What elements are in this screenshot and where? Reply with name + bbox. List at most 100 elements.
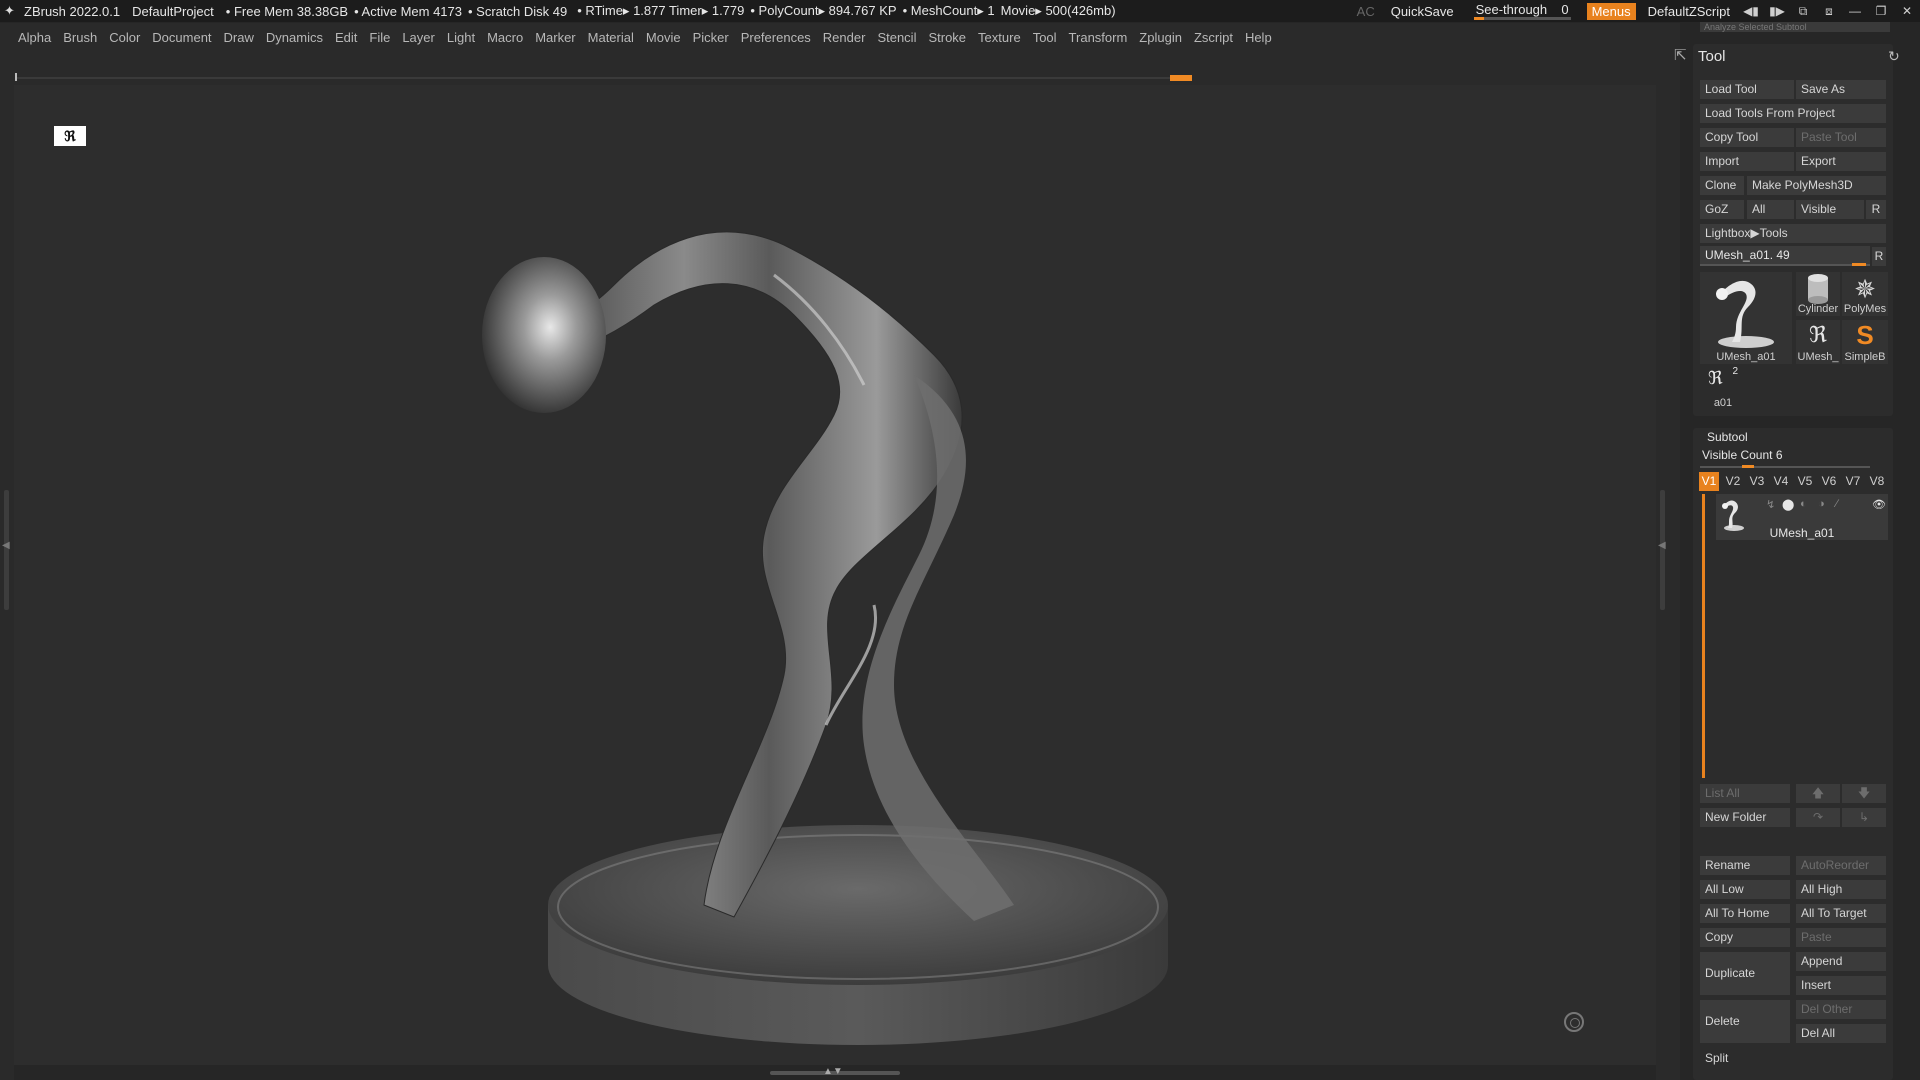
subtool-scrollbar[interactable] [1702, 494, 1705, 778]
duplicate-button[interactable]: Duplicate [1700, 952, 1790, 995]
menu-tool[interactable]: Tool [1033, 30, 1057, 45]
lightbox-tools-button[interactable]: Lightbox▶Tools [1700, 224, 1886, 243]
document-preview-icon[interactable]: ℜ [54, 126, 86, 146]
all-to-home-button[interactable]: All To Home [1700, 904, 1790, 923]
subtool-eye-icon[interactable]: 👁 [1872, 498, 1886, 511]
subtool-lock-icon[interactable]: ∕ [1836, 498, 1838, 510]
menu-layer[interactable]: Layer [402, 30, 435, 45]
subtool-polypaint-icon[interactable]: ⬤ [1782, 498, 1794, 511]
paste-button[interactable]: Paste [1796, 928, 1886, 947]
tool-thumb-a01[interactable]: ℜ 2 a01 [1708, 366, 1738, 410]
tab-v6[interactable]: V6 [1819, 472, 1839, 491]
navigation-gizmo-icon[interactable] [1564, 1012, 1584, 1032]
ac-toggle[interactable]: AC [1357, 4, 1375, 19]
tool-thumb-simpleb[interactable]: S SimpleB [1842, 320, 1888, 364]
menus-button[interactable]: Menus [1586, 2, 1636, 20]
menu-preferences[interactable]: Preferences [741, 30, 811, 45]
del-all-button[interactable]: Del All [1796, 1024, 1886, 1043]
bottom-tray-arrow-icon[interactable]: ▲▼ [823, 1066, 843, 1077]
menu-picker[interactable]: Picker [693, 30, 729, 45]
tab-v8[interactable]: V8 [1867, 472, 1887, 491]
tool-thumb-main[interactable]: UMesh_a01 [1700, 272, 1792, 364]
tab-v2[interactable]: V2 [1723, 472, 1743, 491]
layout-left-icon[interactable]: ◀▮ [1738, 4, 1764, 18]
tab-v3[interactable]: V3 [1747, 472, 1767, 491]
menu-stroke[interactable]: Stroke [928, 30, 966, 45]
left-tray-arrow-icon[interactable]: ◀ [2, 540, 10, 551]
list-all-button[interactable]: List All [1700, 784, 1790, 803]
docking-icon[interactable]: ⧉ [1790, 4, 1816, 19]
export-button[interactable]: Export [1796, 152, 1886, 171]
current-tool-r-button[interactable]: R [1872, 247, 1886, 266]
palette-scroll-header[interactable]: Analyze Selected Subtool [1700, 22, 1890, 32]
save-as-button[interactable]: Save As [1796, 80, 1886, 99]
menu-document[interactable]: Document [152, 30, 211, 45]
menu-edit[interactable]: Edit [335, 30, 357, 45]
menu-color[interactable]: Color [109, 30, 140, 45]
insert-button[interactable]: Insert [1796, 976, 1886, 995]
default-zscript[interactable]: DefaultZScript [1648, 4, 1730, 19]
clone-button[interactable]: Clone [1700, 176, 1744, 195]
menu-marker[interactable]: Marker [535, 30, 575, 45]
tool-thumb-umesh-small[interactable]: ℜ UMesh_ [1796, 320, 1840, 364]
menu-movie[interactable]: Movie [646, 30, 681, 45]
goz-visible-button[interactable]: Visible [1796, 200, 1864, 219]
subtool-material-icon[interactable]: ◐ [1800, 498, 1807, 510]
tab-v5[interactable]: V5 [1795, 472, 1815, 491]
del-other-button[interactable]: Del Other [1796, 1000, 1886, 1019]
minimize-icon[interactable]: — [1842, 4, 1868, 18]
paste-tool-button[interactable]: Paste Tool [1796, 128, 1886, 147]
tab-v7[interactable]: V7 [1843, 472, 1863, 491]
goz-r-button[interactable]: R [1866, 200, 1886, 219]
pin-icon[interactable]: ⇱ [1674, 46, 1687, 64]
rename-button[interactable]: Rename [1700, 856, 1790, 875]
load-tool-button[interactable]: Load Tool [1700, 80, 1794, 99]
menu-brush[interactable]: Brush [63, 30, 97, 45]
delete-button[interactable]: Delete [1700, 1000, 1790, 1043]
split-section-title[interactable]: Split [1700, 1049, 1886, 1068]
tool-thumb-cylinder[interactable]: Cylinder [1796, 272, 1840, 316]
current-tool-slider[interactable]: UMesh_a01. 49 [1700, 246, 1870, 266]
tab-v4[interactable]: V4 [1771, 472, 1791, 491]
menu-alpha[interactable]: Alpha [18, 30, 51, 45]
timeline-track[interactable] [16, 77, 1190, 79]
menu-render[interactable]: Render [823, 30, 866, 45]
layout-right-icon[interactable]: ▮▶ [1764, 4, 1790, 18]
menu-dynamics[interactable]: Dynamics [266, 30, 323, 45]
subtool-title[interactable]: Subtool [1707, 430, 1748, 444]
copy-tool-button[interactable]: Copy Tool [1700, 128, 1794, 147]
tab-v1[interactable]: V1 [1699, 472, 1719, 491]
all-high-button[interactable]: All High [1796, 880, 1886, 899]
all-to-target-button[interactable]: All To Target [1796, 904, 1886, 923]
append-button[interactable]: Append [1796, 952, 1886, 971]
menu-file[interactable]: File [369, 30, 390, 45]
restore-icon[interactable]: ❐ [1868, 4, 1894, 18]
folder-up-icon[interactable]: ↷ [1796, 808, 1840, 827]
menu-zplugin[interactable]: Zplugin [1139, 30, 1182, 45]
menu-macro[interactable]: Macro [487, 30, 523, 45]
move-down-icon[interactable]: 🡇 [1842, 784, 1886, 803]
visible-count-slider[interactable]: Visible Count 6 [1700, 448, 1870, 468]
menu-help[interactable]: Help [1245, 30, 1272, 45]
menu-stencil[interactable]: Stencil [877, 30, 916, 45]
copy-button[interactable]: Copy [1700, 928, 1790, 947]
refresh-icon[interactable]: ↻ [1888, 48, 1900, 65]
popup-icon[interactable]: ⧈ [1816, 4, 1842, 19]
subtool-brush-icon[interactable]: ↯ [1766, 498, 1775, 511]
subtool-dynamic-icon[interactable]: ◑ [1818, 498, 1825, 510]
see-through-slider[interactable]: See-through 0 [1470, 0, 1575, 22]
goz-all-button[interactable]: All [1747, 200, 1794, 219]
menu-light[interactable]: Light [447, 30, 475, 45]
menu-draw[interactable]: Draw [224, 30, 254, 45]
import-button[interactable]: Import [1700, 152, 1794, 171]
tool-thumb-polymesh[interactable]: ✵ PolyMes [1842, 272, 1888, 316]
close-icon[interactable]: ✕ [1894, 4, 1920, 18]
all-low-button[interactable]: All Low [1700, 880, 1790, 899]
quicksave-button[interactable]: QuickSave [1391, 4, 1454, 19]
autoreorder-button[interactable]: AutoReorder [1796, 856, 1886, 875]
load-tools-from-project-button[interactable]: Load Tools From Project [1700, 104, 1886, 123]
menu-material[interactable]: Material [588, 30, 634, 45]
canvas-viewport[interactable] [14, 85, 1656, 1065]
make-polymesh3d-button[interactable]: Make PolyMesh3D [1747, 176, 1886, 195]
menu-transform[interactable]: Transform [1069, 30, 1128, 45]
